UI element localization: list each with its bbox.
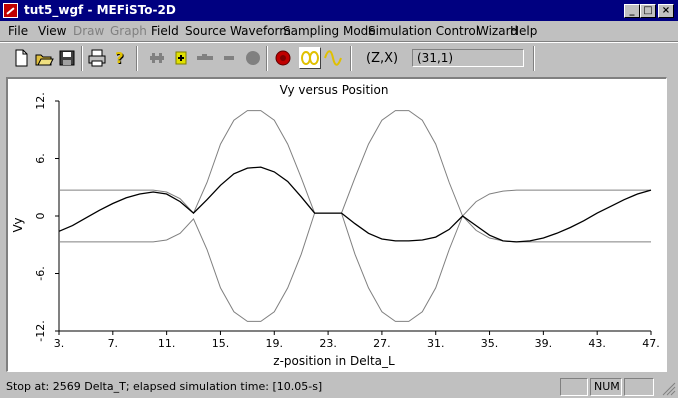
menu-view[interactable]: View xyxy=(38,24,66,38)
series-line-1 xyxy=(59,110,651,217)
x-tick-label: 19. xyxy=(266,337,284,350)
new-file-button[interactable] xyxy=(10,47,32,69)
x-tick-label: 27. xyxy=(373,337,391,350)
stop-simulation-button[interactable] xyxy=(272,47,294,69)
save-button[interactable] xyxy=(56,47,78,69)
two-loops-icon xyxy=(301,51,319,65)
toolbar: ?? (Z,X) (31,1) xyxy=(0,43,678,74)
x-tick-label: 35. xyxy=(481,337,499,350)
remove-tool-button[interactable] xyxy=(218,47,240,69)
add-tool-button[interactable] xyxy=(170,47,192,69)
x-axis-label: z-position in Delta_L xyxy=(273,354,395,368)
x-tick-label: 31. xyxy=(427,337,445,350)
maximize-button[interactable]: □ xyxy=(640,4,656,18)
toolbar-separator xyxy=(533,46,535,71)
field-view-toggle[interactable] xyxy=(299,47,321,69)
chart-title: Vy versus Position xyxy=(280,83,389,97)
y-tick-label: 12. xyxy=(34,92,47,110)
status-num-indicator: NUM xyxy=(590,378,622,396)
help-question-icon: ?? xyxy=(115,49,125,68)
window-title: tut5_wgf - MEFiSTo-2D xyxy=(24,3,176,17)
cross-tool-button[interactable] xyxy=(146,47,168,69)
status-message: Stop at: 2569 Delta_T; elapsed simulatio… xyxy=(6,380,323,393)
toolbar-separator xyxy=(266,46,268,71)
toolbar-separator xyxy=(136,46,138,71)
plus-cross-icon xyxy=(150,53,164,63)
x-tick-label: 7. xyxy=(108,337,119,350)
minus-icon xyxy=(224,56,234,60)
minimize-button[interactable]: _ xyxy=(624,4,640,18)
title-bar: tut5_wgf - MEFiSTo-2D _ □ × xyxy=(0,0,678,21)
x-tick-label: 23. xyxy=(319,337,337,350)
dash-long-icon xyxy=(197,54,213,60)
close-button[interactable]: × xyxy=(658,4,674,18)
new-file-icon xyxy=(15,49,28,67)
record-stop-icon xyxy=(275,50,291,66)
plot-window: Vy versus Position z-position in Delta_L… xyxy=(6,77,667,372)
circle-tool-button[interactable] xyxy=(242,47,264,69)
svg-text:?: ? xyxy=(115,49,124,67)
x-tick-label: 15. xyxy=(212,337,230,350)
menu-bar: File View Draw Graph Field Source Wavefo… xyxy=(0,21,678,41)
x-tick-label: 43. xyxy=(588,337,606,350)
waveform-view-toggle[interactable] xyxy=(322,47,344,69)
y-tick-label: -12. xyxy=(34,320,47,341)
x-tick-label: 39. xyxy=(535,337,553,350)
menu-field[interactable]: Field xyxy=(151,24,179,38)
app-icon[interactable] xyxy=(3,3,18,18)
plot-area: 12. 6. 0 -6. -12. 3. 7. 11. 15. 19. 23. 27. 31. 35. 39… xyxy=(34,92,660,350)
coordinate-readout: (31,1) xyxy=(412,49,524,67)
sine-wave-icon xyxy=(324,50,342,66)
resize-grip-icon[interactable] xyxy=(662,382,676,396)
x-tick-label: 11. xyxy=(158,337,176,350)
y-tick-label: 0 xyxy=(34,213,47,220)
menu-file[interactable]: File xyxy=(8,24,28,38)
y-tick-label: 6. xyxy=(34,153,47,164)
x-tick-label: 47. xyxy=(642,337,660,350)
print-button[interactable] xyxy=(86,47,108,69)
x-tick-label: 3. xyxy=(54,337,65,350)
menu-help[interactable]: Help xyxy=(510,24,537,38)
help-button[interactable]: ?? xyxy=(109,47,131,69)
open-button[interactable] xyxy=(33,47,55,69)
menu-sampling-mode[interactable]: Sampling Mode xyxy=(283,24,376,38)
menu-simulation-control[interactable]: Simulation Control xyxy=(368,24,479,38)
coordinate-label: (Z,X) xyxy=(366,51,399,66)
toolbar-separator xyxy=(350,46,352,71)
menu-graph[interactable]: Graph xyxy=(110,24,147,38)
y-tick-label: -6. xyxy=(34,266,47,280)
menu-draw[interactable]: Draw xyxy=(73,24,104,38)
line-tool-button[interactable] xyxy=(194,47,216,69)
series-line-2 xyxy=(59,212,651,322)
menu-source-waveform[interactable]: Source Waveform xyxy=(185,24,291,38)
toolbar-separator xyxy=(81,46,83,71)
print-icon xyxy=(88,49,106,67)
gray-circle-icon xyxy=(246,51,260,65)
save-disk-icon xyxy=(59,50,75,66)
y-axis-label: Vy xyxy=(11,218,25,233)
status-pane-scroll xyxy=(624,378,654,396)
plus-icon xyxy=(175,51,187,65)
open-folder-icon xyxy=(35,54,54,66)
status-pane-caps xyxy=(560,378,588,396)
vy-position-chart: Vy versus Position z-position in Delta_L… xyxy=(11,83,660,368)
status-bar: Stop at: 2569 Delta_T; elapsed simulatio… xyxy=(0,376,678,398)
